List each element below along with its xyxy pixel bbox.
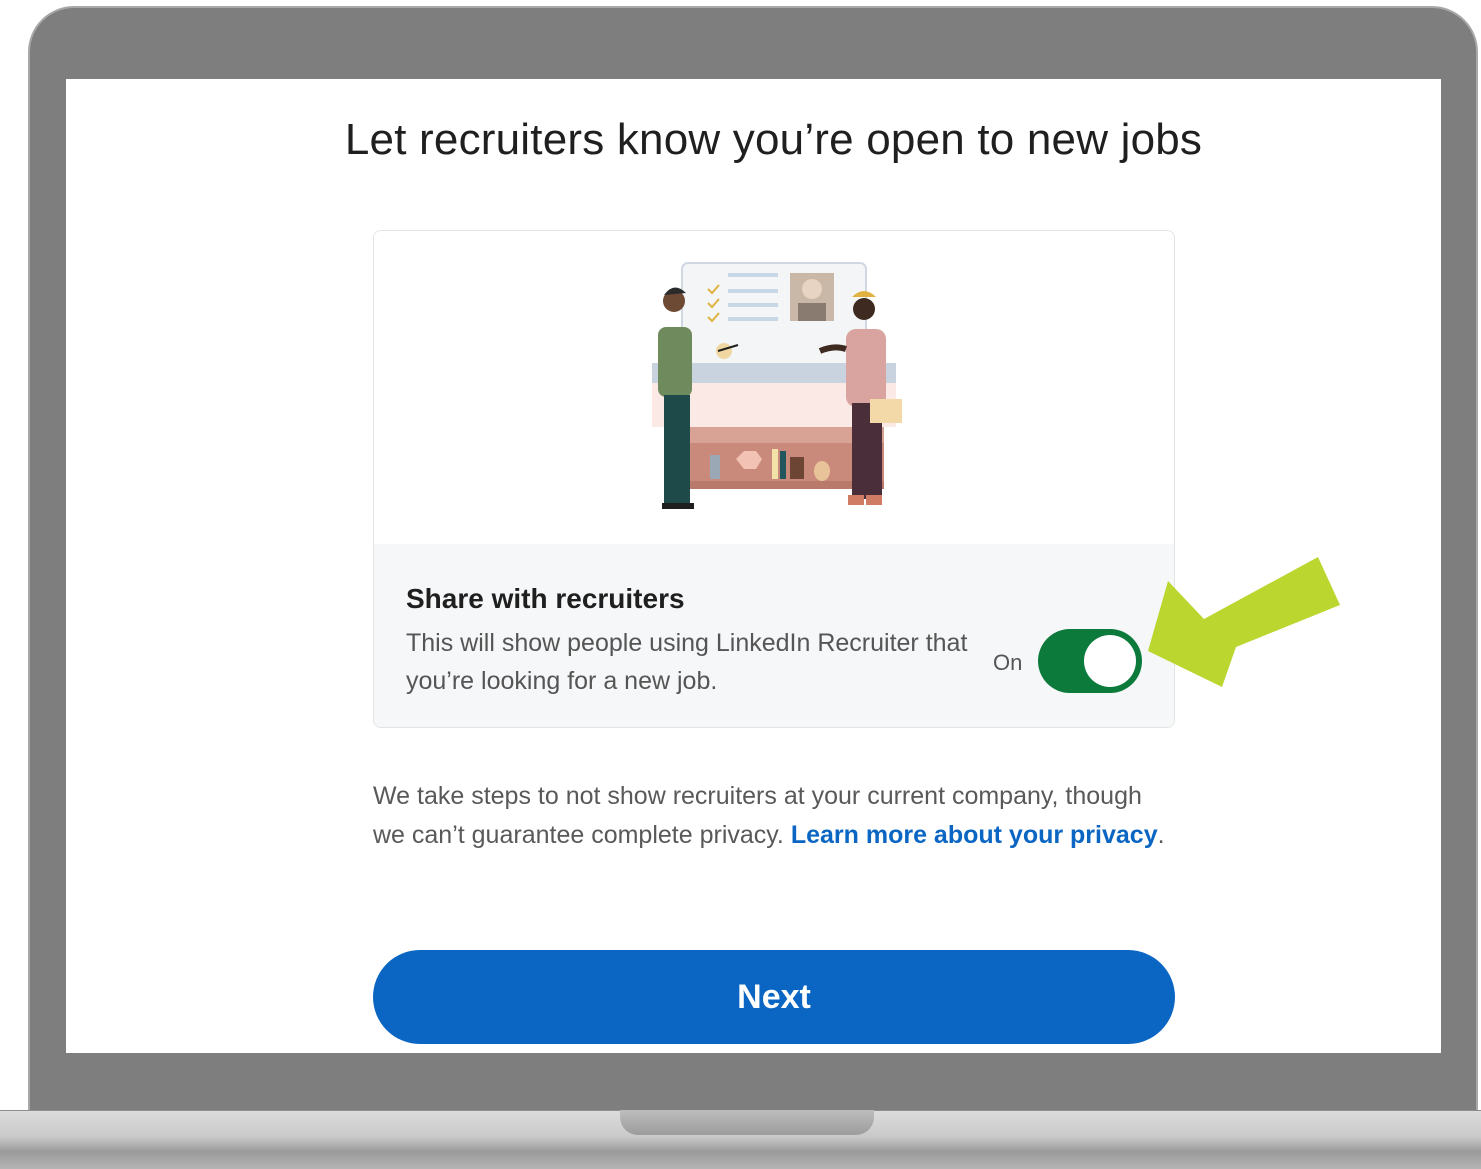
privacy-trailing: . (1157, 821, 1165, 849)
share-title: Share with recruiters (406, 583, 685, 614)
recruiters-illustration (652, 262, 902, 509)
toggle-state-label: On (993, 650, 1023, 675)
page-title: Let recruiters know you’re open to new j… (344, 115, 1203, 164)
share-description: This will show people using LinkedIn Rec… (406, 629, 968, 695)
annotation-arrow-icon (1148, 557, 1340, 687)
next-button[interactable]: Next (373, 950, 1175, 1044)
toggle-knob (1084, 635, 1136, 687)
laptop-base-notch (620, 1110, 874, 1135)
share-with-recruiters-card: Share with recruiters This will show peo… (373, 230, 1175, 728)
learn-more-privacy-link[interactable]: Learn more about your privacy (791, 821, 1158, 849)
privacy-notice: We take steps to not show recruiters at … (373, 777, 1175, 855)
illustration-area (374, 231, 1174, 544)
share-with-recruiters-toggle[interactable] (1038, 629, 1142, 693)
share-settings-row: Share with recruiters This will show peo… (374, 544, 1174, 727)
